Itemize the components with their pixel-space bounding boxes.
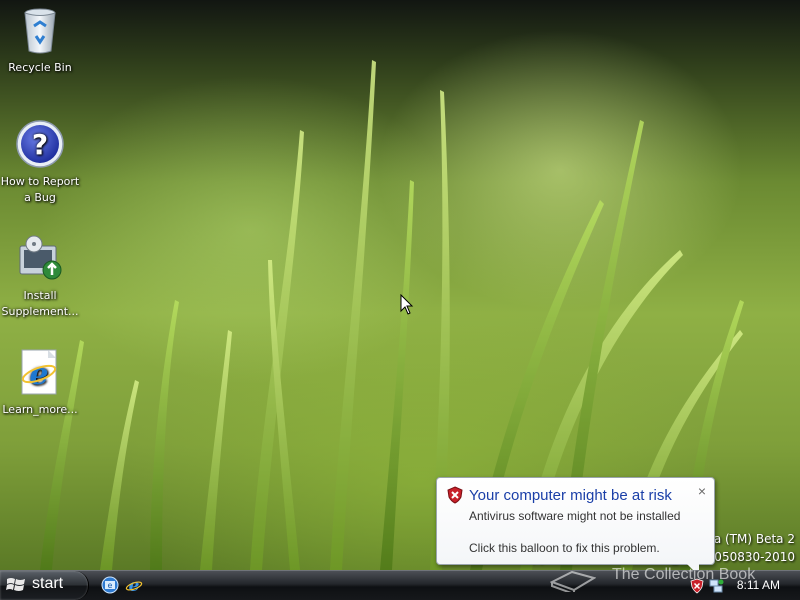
start-button[interactable]: start xyxy=(0,571,89,600)
close-icon[interactable]: × xyxy=(698,483,706,499)
windows-logo-icon xyxy=(6,578,25,591)
report-bug-shortcut[interactable]: ? How to Report a Bug xyxy=(0,118,80,206)
icon-label: Recycle Bin xyxy=(8,61,72,74)
icon-label: Learn_more... xyxy=(2,403,78,416)
svg-text:?: ? xyxy=(32,128,48,161)
mouse-cursor-icon xyxy=(400,294,414,315)
book-watermark-icon xyxy=(550,570,596,592)
install-supplement-shortcut[interactable]: Install Supplement... xyxy=(0,232,80,320)
recycle-bin-shortcut[interactable]: Recycle Bin xyxy=(0,4,80,76)
icon-label: How to Report a Bug xyxy=(0,175,80,204)
overlay-watermark-text: The Collection Book xyxy=(612,566,756,583)
notification-action-text[interactable]: Click this balloon to fix this problem. xyxy=(469,541,660,555)
svg-text:e: e xyxy=(108,581,113,590)
security-shield-icon xyxy=(447,486,463,504)
internet-explorer-icon[interactable]: e xyxy=(125,576,143,594)
help-question-icon: ? xyxy=(16,120,64,168)
notification-message: Antivirus software might not be installe… xyxy=(469,509,681,523)
notification-title: Your computer might be at risk xyxy=(469,487,672,504)
recycle-bin-icon xyxy=(24,8,56,54)
icon-label: Install Supplement... xyxy=(1,289,79,318)
svg-text:e: e xyxy=(29,357,48,392)
security-notification-balloon[interactable]: Your computer might be at risk × Antivir… xyxy=(436,477,715,565)
start-label: start xyxy=(32,575,64,592)
install-supplement-icon xyxy=(19,235,62,280)
show-desktop-icon[interactable]: e xyxy=(101,576,119,594)
learn-more-shortcut[interactable]: e Learn_more... xyxy=(0,346,80,418)
internet-explorer-icon: e xyxy=(21,349,57,395)
